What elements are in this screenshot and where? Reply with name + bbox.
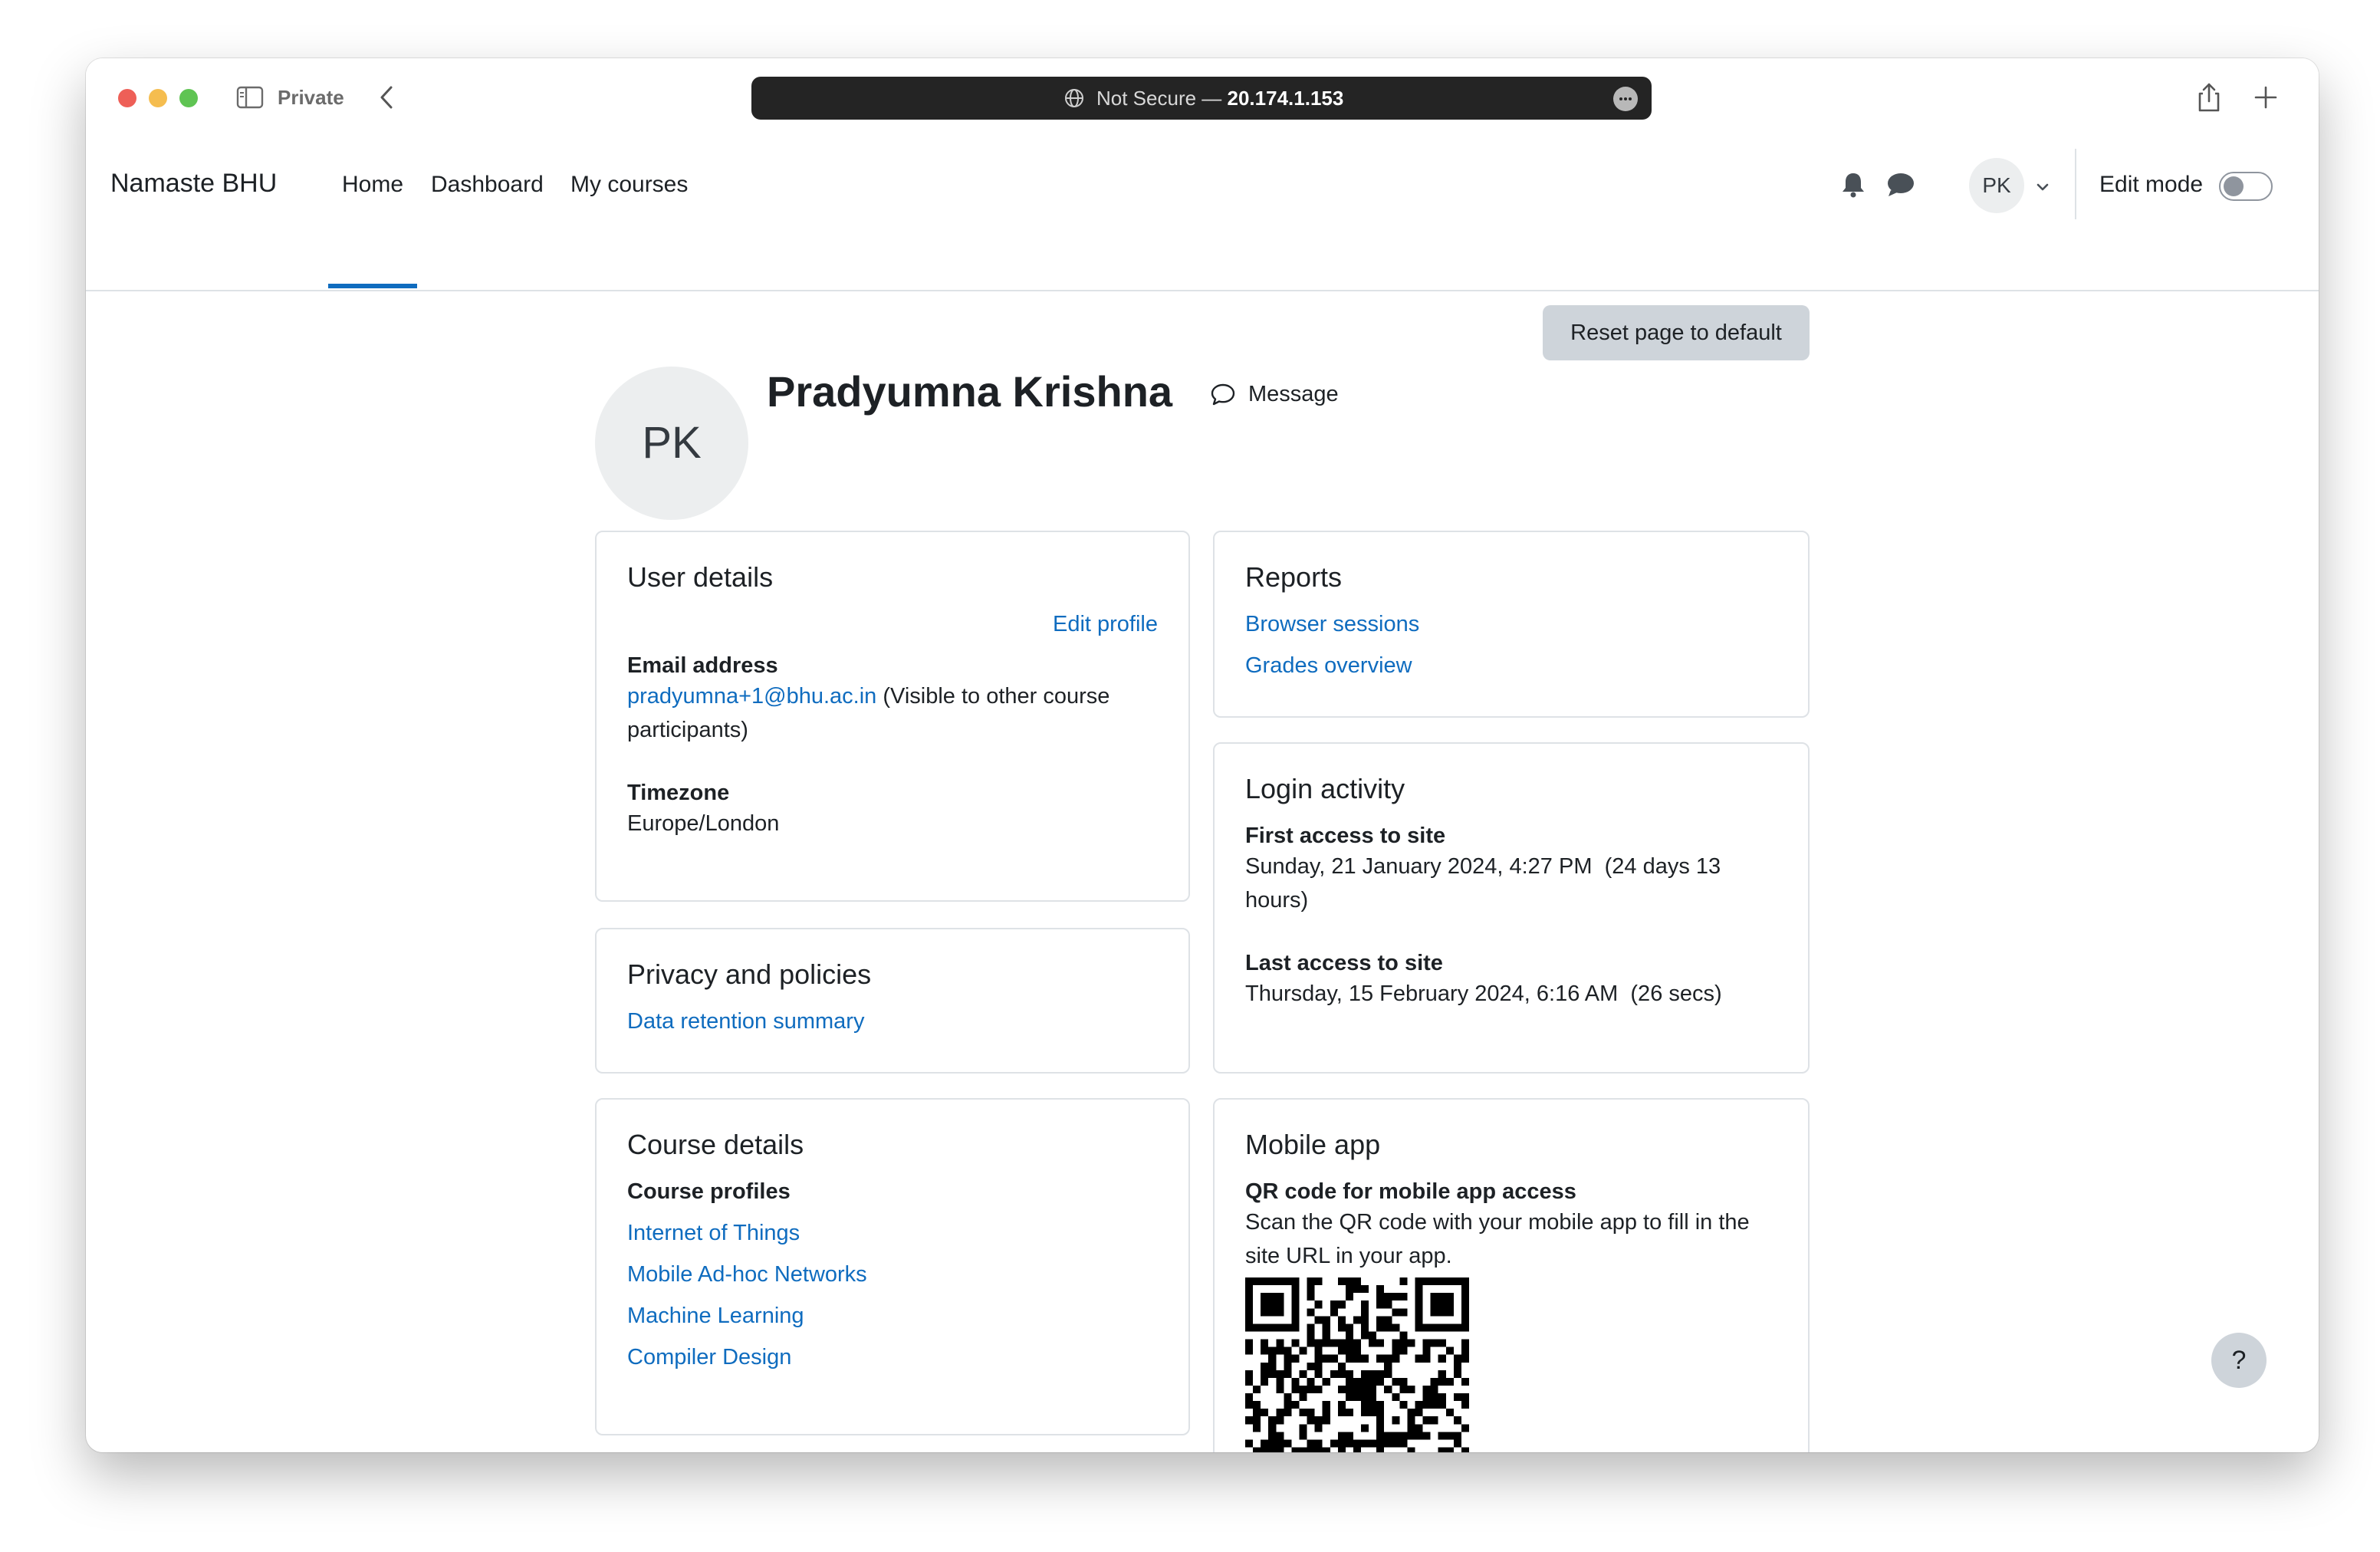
timezone-heading: Timezone <box>627 781 730 805</box>
qr-heading: QR code for mobile app access <box>1245 1179 1576 1204</box>
first-access-heading: First access to site <box>1245 824 1446 848</box>
course-details-card: Course details Course profiles Internet … <box>595 1098 1190 1435</box>
chevron-down-icon[interactable] <box>2035 179 2050 195</box>
help-button[interactable]: ? <box>2211 1333 2267 1388</box>
card-title: User details <box>627 561 774 593</box>
browser-window: Private Not Secure — 20.174.1.153 Namast… <box>86 58 2319 1452</box>
email-heading: Email address <box>627 653 778 678</box>
chat-icon[interactable] <box>1886 172 1915 198</box>
bell-icon[interactable] <box>1840 170 1866 198</box>
first-access-value: Sunday, 21 January 2024, 4:27 PM (24 day… <box>1245 854 1727 912</box>
login-activity-card: Login activity First access to site Sund… <box>1213 742 1810 1074</box>
nav-divider <box>2075 149 2076 219</box>
card-title: Mobile app <box>1245 1129 1381 1160</box>
edit-mode-toggle[interactable] <box>2219 172 2273 201</box>
last-access-value: Thursday, 15 February 2024, 6:16 AM (26 … <box>1245 982 1722 1006</box>
nav-active-indicator <box>328 284 417 288</box>
data-retention-link[interactable]: Data retention summary <box>627 1009 864 1034</box>
nav-link-home[interactable]: Home <box>342 172 403 198</box>
message-button[interactable]: Message <box>1248 382 1339 407</box>
user-details-card: User details Edit profile Email address … <box>595 531 1190 902</box>
browser-sessions-link[interactable]: Browser sessions <box>1245 612 1419 637</box>
reports-card: Reports Browser sessions Grades overview <box>1213 531 1810 718</box>
grades-overview-link[interactable]: Grades overview <box>1245 653 1412 679</box>
nav-link-dashboard[interactable]: Dashboard <box>431 172 544 198</box>
card-title: Login activity <box>1245 773 1405 804</box>
reset-page-button[interactable]: Reset page to default <box>1543 305 1810 360</box>
card-title: Course details <box>627 1129 804 1160</box>
course-profiles-heading: Course profiles <box>627 1179 791 1204</box>
nav-link-my-courses[interactable]: My courses <box>570 172 688 198</box>
card-title: Privacy and policies <box>627 958 872 990</box>
qr-description: Scan the QR code with your mobile app to… <box>1245 1210 1750 1268</box>
qr-code <box>1245 1277 1469 1452</box>
timezone-value: Europe/London <box>627 811 780 836</box>
site-navbar: Namaste BHU Home Dashboard My courses PK… <box>86 58 2319 291</box>
email-value: pradyumna+1@bhu.ac.in (Visible to other … <box>627 679 1164 747</box>
edit-profile-link[interactable]: Edit profile <box>1053 612 1158 637</box>
privacy-card: Privacy and policies Data retention summ… <box>595 928 1190 1074</box>
message-icon[interactable] <box>1210 382 1236 406</box>
course-link[interactable]: Internet of Things <box>627 1221 800 1246</box>
card-title: Reports <box>1245 561 1343 593</box>
mobile-app-card: Mobile app QR code for mobile app access… <box>1213 1098 1810 1452</box>
course-link[interactable]: Compiler Design <box>627 1345 791 1370</box>
site-brand[interactable]: Namaste BHU <box>110 169 277 199</box>
course-link[interactable]: Mobile Ad-hoc Networks <box>627 1262 867 1287</box>
profile-name: Pradyumna Krishna <box>767 367 1173 416</box>
last-access-heading: Last access to site <box>1245 951 1443 975</box>
edit-mode-label: Edit mode <box>2099 172 2204 197</box>
course-link[interactable]: Machine Learning <box>627 1304 804 1329</box>
user-avatar[interactable]: PK <box>1969 158 2024 213</box>
profile-avatar: PK <box>595 367 748 520</box>
toggle-knob <box>2224 176 2244 196</box>
email-link[interactable]: pradyumna+1@bhu.ac.in <box>627 684 876 709</box>
